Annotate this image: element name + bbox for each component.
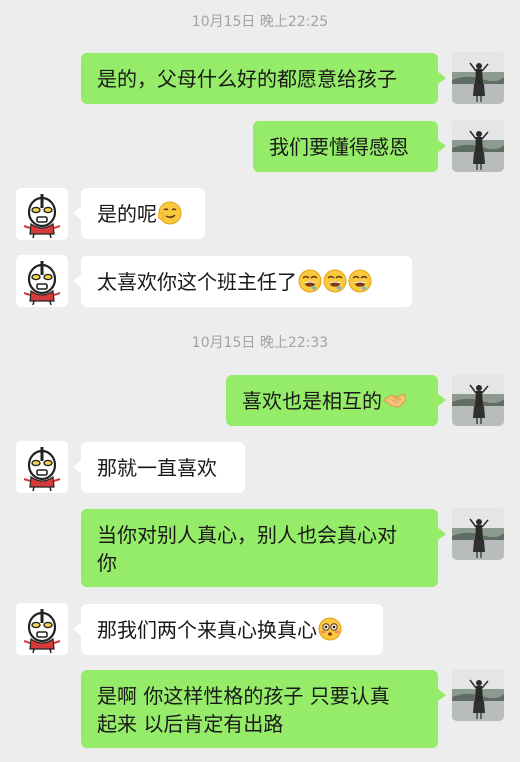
avatar[interactable] [16, 255, 68, 307]
message-bubble[interactable]: 那就一直喜欢 [73, 442, 245, 493]
smirk-emoji-icon [158, 201, 182, 225]
message-text: 喜欢也是相互的 [242, 389, 382, 413]
drooling-emoji-icon [298, 269, 322, 293]
message-text-line: 你 [97, 551, 117, 575]
avatar[interactable] [452, 508, 504, 560]
message-bubble[interactable]: 是啊 你这样性格的孩子 只要认真 起来 以后肯定有出路 [81, 670, 446, 748]
handshake-emoji-icon [383, 393, 407, 408]
photo-avatar-icon [452, 120, 504, 172]
cartoon-avatar-icon [16, 441, 68, 493]
avatar[interactable] [16, 441, 68, 493]
message-text: 太喜欢你这个班主任了 [97, 270, 297, 294]
avatar[interactable] [16, 603, 68, 655]
message-bubble[interactable]: 那我们两个来真心换真心 [73, 604, 383, 655]
message-text: 那就一直喜欢 [97, 456, 217, 480]
avatar[interactable] [452, 120, 504, 172]
photo-avatar-icon [452, 374, 504, 426]
message-text-line: 是啊 你这样性格的孩子 只要认真 [97, 684, 390, 708]
avatar[interactable] [452, 374, 504, 426]
photo-avatar-icon [452, 669, 504, 721]
avatar[interactable] [452, 52, 504, 104]
timestamp: 10月15日 晚上22:25 [191, 14, 329, 30]
message-bubble[interactable]: 是的呢 [73, 188, 205, 239]
photo-avatar-icon [452, 52, 504, 104]
flushed-emoji-icon [318, 617, 342, 641]
message-text-line: 起来 以后肯定有出路 [97, 712, 284, 736]
avatar[interactable] [16, 188, 68, 240]
message-bubble[interactable]: 是的，父母什么好的都愿意给孩子 [81, 53, 446, 104]
message-bubble[interactable]: 喜欢也是相互的 [226, 375, 446, 426]
avatar[interactable] [452, 669, 504, 721]
timestamp: 10月15日 晚上22:33 [191, 335, 329, 351]
message-text: 是的呢 [97, 202, 157, 226]
message-text: 那我们两个来真心换真心 [97, 618, 317, 642]
message-bubble[interactable]: 当你对别人真心，别人也会真心对 你 [81, 509, 446, 587]
drooling-emoji-icon [348, 269, 372, 293]
cartoon-avatar-icon [16, 255, 68, 307]
message-text: 我们要懂得感恩 [269, 135, 409, 159]
cartoon-avatar-icon [16, 188, 68, 240]
message-bubble[interactable]: 太喜欢你这个班主任了 [73, 256, 412, 307]
cartoon-avatar-icon [16, 603, 68, 655]
photo-avatar-icon [452, 508, 504, 560]
message-bubble[interactable]: 我们要懂得感恩 [253, 121, 446, 172]
drooling-emoji-icon [323, 269, 347, 293]
message-text: 是的，父母什么好的都愿意给孩子 [97, 67, 397, 91]
message-text-line: 当你对别人真心，别人也会真心对 [97, 523, 397, 547]
